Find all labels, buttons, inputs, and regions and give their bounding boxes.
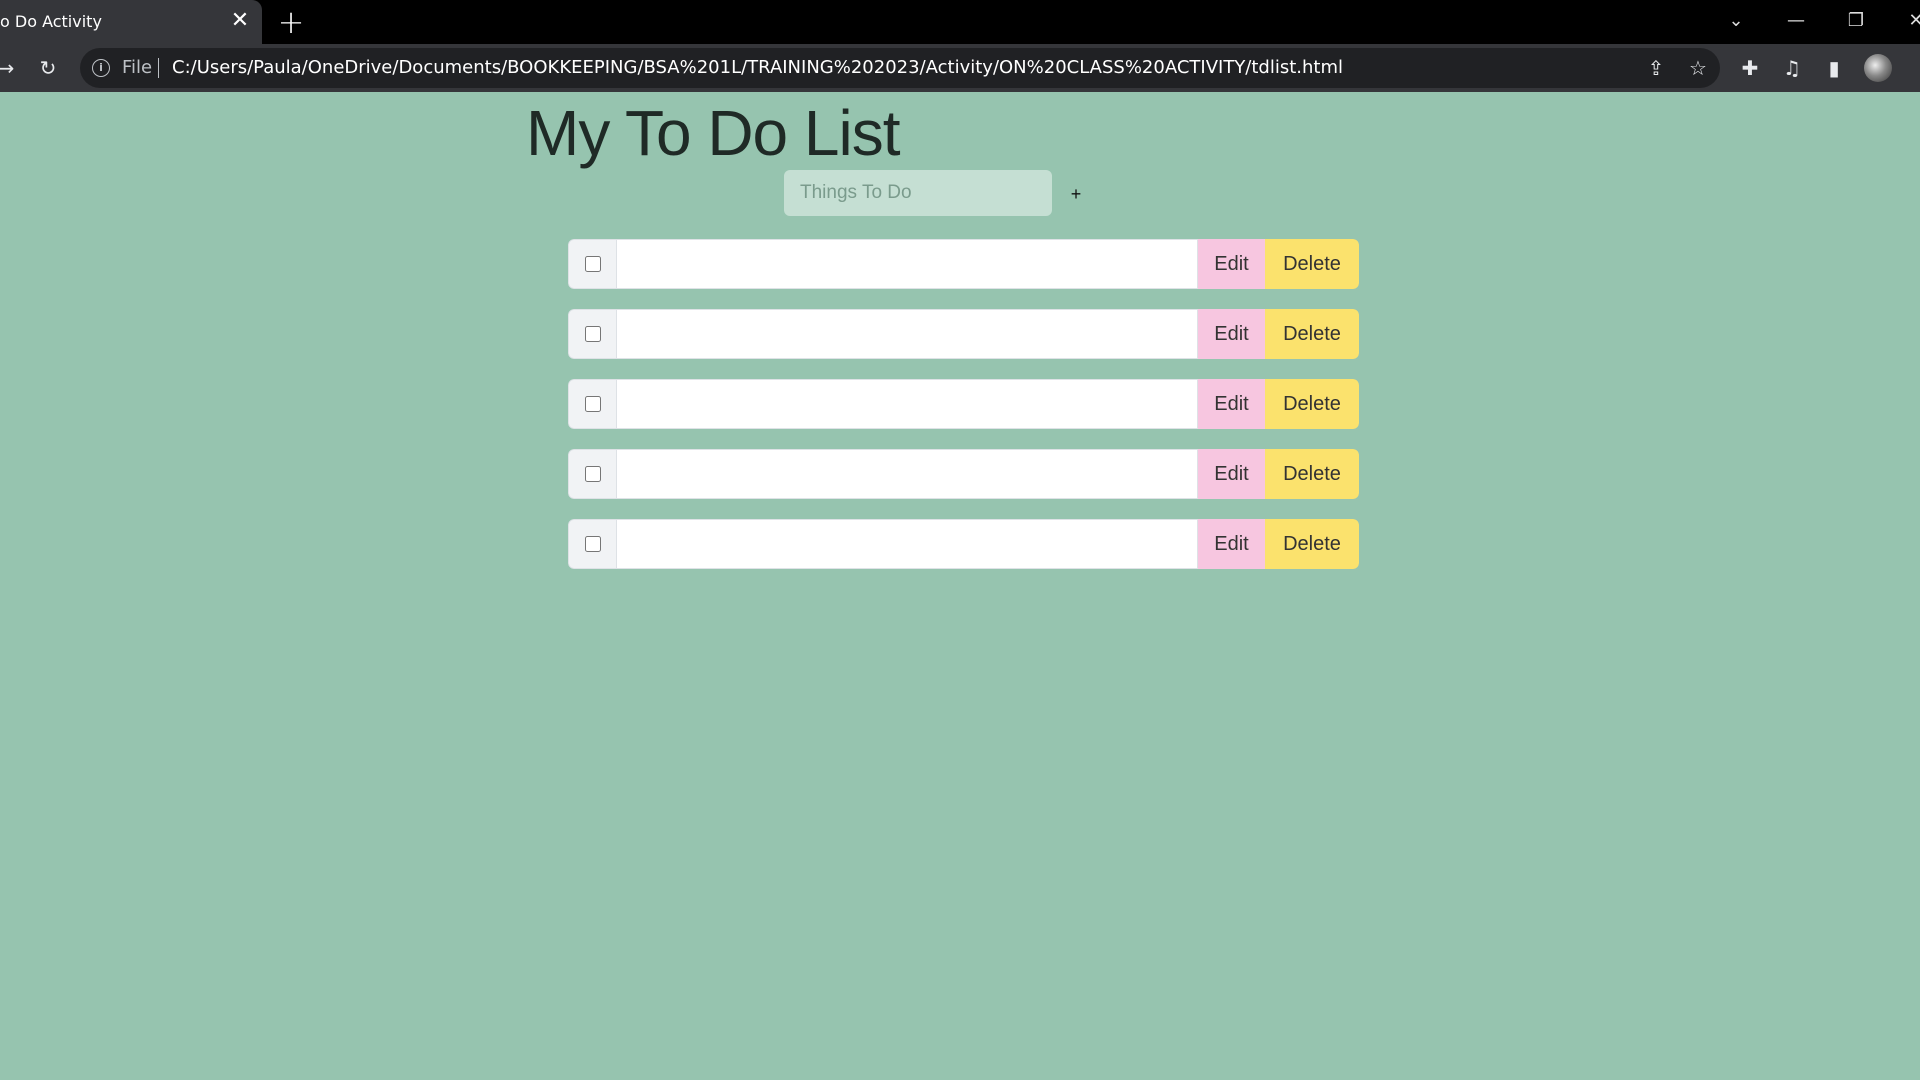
checkbox-cell bbox=[568, 239, 617, 289]
todo-text-field[interactable] bbox=[617, 379, 1198, 429]
todo-input[interactable] bbox=[784, 170, 1052, 216]
profile-avatar[interactable] bbox=[1864, 54, 1892, 82]
tab-search-icon[interactable]: ⌄ bbox=[1716, 6, 1756, 36]
tab-title: o Do Activity bbox=[0, 12, 102, 31]
delete-button[interactable]: Delete bbox=[1265, 449, 1359, 499]
todo-checkbox[interactable] bbox=[584, 256, 601, 272]
todo-item: Edit Delete bbox=[568, 309, 1359, 359]
close-tab-icon[interactable]: ✕ bbox=[228, 8, 252, 34]
checkbox-cell bbox=[568, 449, 617, 499]
page-title: My To Do List bbox=[526, 97, 900, 169]
todo-checkbox[interactable] bbox=[584, 466, 601, 482]
forward-icon[interactable]: → bbox=[0, 54, 20, 82]
todo-item: Edit Delete bbox=[568, 519, 1359, 569]
extensions-icon[interactable]: ✚ bbox=[1736, 54, 1764, 82]
add-todo-button[interactable]: + bbox=[1066, 180, 1086, 208]
edit-button[interactable]: Edit bbox=[1198, 239, 1265, 289]
delete-button[interactable]: Delete bbox=[1265, 239, 1359, 289]
todo-item: Edit Delete bbox=[568, 239, 1359, 289]
todo-list: Edit Delete Edit Delete Edit Delete Edit… bbox=[568, 239, 1359, 589]
address-bar[interactable]: i File C:/Users/Paula/OneDrive/Documents… bbox=[80, 48, 1720, 88]
checkbox-cell bbox=[568, 309, 617, 359]
edit-button[interactable]: Edit bbox=[1198, 379, 1265, 429]
browser-tab[interactable]: o Do Activity ✕ bbox=[0, 0, 262, 44]
edit-button[interactable]: Edit bbox=[1198, 449, 1265, 499]
media-icon[interactable]: ♫ bbox=[1778, 54, 1806, 82]
divider bbox=[158, 58, 159, 78]
scheme-label: File bbox=[122, 57, 153, 78]
share-icon[interactable]: ⇪ bbox=[1642, 54, 1670, 82]
todo-item: Edit Delete bbox=[568, 379, 1359, 429]
todo-text-field[interactable] bbox=[617, 449, 1198, 499]
todo-checkbox[interactable] bbox=[584, 326, 601, 342]
checkbox-cell bbox=[568, 519, 617, 569]
bookmark-star-icon[interactable]: ☆ bbox=[1684, 54, 1712, 82]
url-text[interactable]: C:/Users/Paula/OneDrive/Documents/BOOKKE… bbox=[172, 57, 1343, 78]
checkbox-cell bbox=[568, 379, 617, 429]
todo-text-field[interactable] bbox=[617, 309, 1198, 359]
delete-button[interactable]: Delete bbox=[1265, 519, 1359, 569]
close-window-icon[interactable]: ✕ bbox=[1896, 6, 1920, 36]
delete-button[interactable]: Delete bbox=[1265, 309, 1359, 359]
info-icon[interactable]: i bbox=[92, 59, 110, 77]
browser-toolbar: → ↻ i File C:/Users/Paula/OneDrive/Docum… bbox=[0, 44, 1920, 92]
todo-checkbox[interactable] bbox=[584, 396, 601, 412]
minimize-icon[interactable]: — bbox=[1776, 6, 1816, 36]
reload-icon[interactable]: ↻ bbox=[34, 54, 62, 82]
todo-text-field[interactable] bbox=[617, 519, 1198, 569]
todo-checkbox[interactable] bbox=[584, 536, 601, 552]
edit-button[interactable]: Edit bbox=[1198, 309, 1265, 359]
new-tab-icon[interactable]: + bbox=[277, 6, 305, 38]
browser-tabstrip: o Do Activity ✕ + ⌄ — ❐ ✕ bbox=[0, 0, 1920, 44]
todo-text-field[interactable] bbox=[617, 239, 1198, 289]
side-panel-icon[interactable]: ▮ bbox=[1820, 54, 1848, 82]
todo-item: Edit Delete bbox=[568, 449, 1359, 499]
edit-button[interactable]: Edit bbox=[1198, 519, 1265, 569]
restore-icon[interactable]: ❐ bbox=[1836, 6, 1876, 36]
delete-button[interactable]: Delete bbox=[1265, 379, 1359, 429]
